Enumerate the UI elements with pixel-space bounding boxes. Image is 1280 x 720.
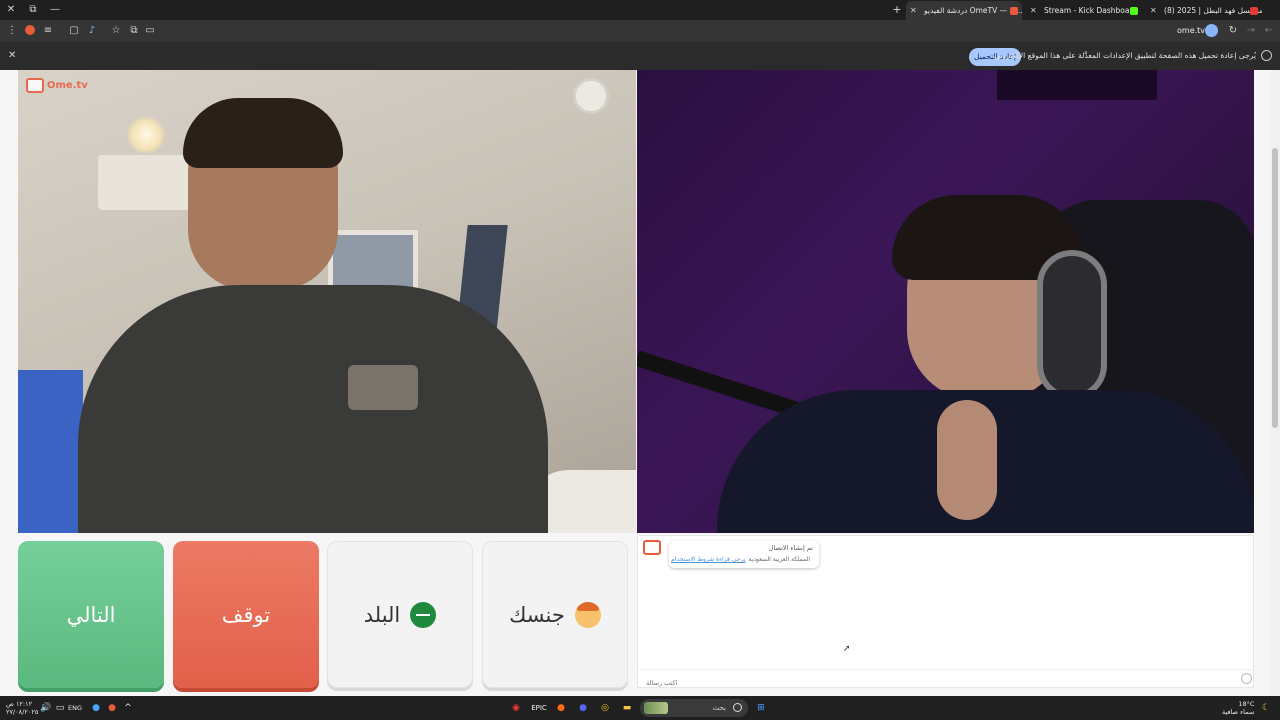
tab-strip: ✕ ⧉ — + ✕ دردشة الفيديو OmeTV — يد... ✕ …: [0, 0, 1280, 20]
weather-moon-icon: ☾: [1261, 703, 1271, 713]
restore-window-button[interactable]: ⧉: [22, 0, 44, 20]
saudi-flag-icon: [410, 601, 437, 628]
close-icon[interactable]: ✕: [910, 1, 917, 20]
terms-link[interactable]: يرجى قراءة شروط الاستخدام: [671, 554, 745, 565]
address-bar[interactable]: ome.tv: [1177, 23, 1205, 39]
close-icon[interactable]: ✕: [1150, 1, 1157, 20]
shirt-print: [348, 365, 418, 410]
chat-country-text: المملكة العربية السعودية: [748, 556, 810, 563]
ceiling-light: [126, 115, 166, 155]
search-highlight-image: [644, 702, 668, 714]
bookmark-star-icon[interactable]: ☆: [108, 23, 124, 39]
country-button[interactable]: البلد: [327, 541, 473, 688]
file-explorer-icon[interactable]: ▬: [619, 700, 635, 716]
infobar-message: يُرجى إعادة تحميل هذه الصفحة لتطبيق الإع…: [991, 51, 1256, 60]
mouse-cursor-icon: ➚: [843, 644, 851, 654]
ometv-chat-logo-icon: [643, 540, 661, 555]
next-label: التالي: [66, 602, 116, 627]
minimize-window-button[interactable]: —: [44, 0, 66, 20]
settings-icon: [1261, 50, 1272, 61]
stop-label: توقف: [221, 602, 271, 627]
kick-favicon-icon: [1130, 7, 1138, 15]
obs-icon[interactable]: ◉: [508, 700, 524, 716]
weather-desc: سماء صافية: [1222, 708, 1255, 716]
site-info-icon[interactable]: [1205, 24, 1218, 37]
tab-ometv[interactable]: ✕ دردشة الفيديو OmeTV — يد...: [906, 1, 1022, 20]
chat-country-row: المملكة العربية السعودية يرجى قراءة شروط…: [671, 554, 813, 565]
app-tray-icon[interactable]: ●: [104, 700, 120, 716]
browser-toolbar: ⋮ ≡ ▢ ♪ ☆ ⧉ ▭ ome.tv ↻ → ←: [0, 20, 1280, 42]
taskbar-search[interactable]: بحث: [640, 699, 748, 717]
youtube-favicon-icon: [1250, 7, 1258, 15]
streamer-hand: [937, 400, 997, 520]
blue-screen: [18, 370, 83, 533]
new-tab-button[interactable]: +: [890, 0, 904, 20]
stop-button[interactable]: توقف: [173, 541, 319, 688]
tab-title: Stream - Kick Dashboard: [1044, 6, 1138, 15]
stranger-hair: [183, 98, 343, 168]
extensions-icon[interactable]: ▢: [66, 23, 82, 39]
boy-emoji-icon: [574, 601, 601, 628]
windows-taskbar: ١٢:١٢ ص ٢٧/٠٨/٢٠٢٥ 🔊 ▭ ENG ● ● ^ ◉ EPIC …: [0, 696, 1280, 720]
close-icon[interactable]: ✕: [8, 42, 16, 70]
ometv-logo-text: Ome.tv: [47, 79, 88, 91]
emoji-icon[interactable]: [1241, 673, 1252, 684]
gender-label: جنسك: [509, 602, 565, 627]
tab-kick-dashboard[interactable]: ✕ Stream - Kick Dashboard: [1026, 1, 1142, 20]
scrollbar[interactable]: [1270, 70, 1280, 696]
profile-icon[interactable]: [22, 23, 38, 39]
close-icon[interactable]: ✕: [1030, 1, 1037, 20]
tab-title: دردشة الفيديو OmeTV — يد...: [924, 6, 1022, 15]
gender-button[interactable]: جنسك: [482, 541, 628, 688]
chat-input-bar: [638, 669, 1253, 692]
forward-icon[interactable]: →: [1243, 23, 1259, 39]
search-icon: [733, 703, 742, 712]
self-video: [637, 70, 1254, 533]
firefox-icon[interactable]: ●: [553, 700, 569, 716]
weather-widget[interactable]: 18°C سماء صافية: [1222, 700, 1254, 716]
chat-message-input[interactable]: [638, 674, 1253, 692]
connection-message: تم إنشاء الاتصال: [768, 544, 813, 552]
ometv-favicon-icon: [1010, 7, 1018, 15]
taskbar-clock[interactable]: ١٢:١٢ ص ٢٧/٠٨/٢٠٢٥: [6, 700, 38, 716]
show-hidden-icons-chevron-icon[interactable]: ^: [120, 700, 136, 716]
epic-games-icon[interactable]: EPIC: [531, 700, 547, 716]
network-icon[interactable]: ▭: [52, 700, 68, 716]
close-window-button[interactable]: ✕: [0, 0, 22, 20]
air-conditioner: [98, 155, 193, 210]
windows-start-icon[interactable]: ⊞: [753, 700, 769, 716]
reload-infobar: ✕ إعادة التحميل يُرجى إعادة تحميل هذه ال…: [0, 42, 1280, 70]
share-icon[interactable]: ⧉: [126, 23, 142, 39]
menu-icon[interactable]: ⋮: [4, 23, 20, 39]
weather-temp: 18°C: [1238, 700, 1255, 708]
ometv-logo: Ome.tv: [26, 76, 88, 94]
taskbar-search-placeholder: بحث: [712, 704, 726, 712]
microphone-icon[interactable]: ●: [88, 700, 104, 716]
language-indicator[interactable]: ENG: [68, 704, 82, 712]
reload-icon[interactable]: ↻: [1225, 23, 1241, 39]
cast-icon[interactable]: ▭: [142, 23, 158, 39]
ceiling-vent: [573, 78, 609, 114]
country-label: البلد: [363, 602, 401, 627]
chrome-icon[interactable]: ◎: [597, 700, 613, 716]
discord-icon[interactable]: ●: [575, 700, 591, 716]
tab-search-icon[interactable]: ≡: [40, 23, 56, 39]
tab-title: رح مسلسل فهد البطل | 2025 (8): [1164, 6, 1262, 15]
headphones: [1037, 250, 1107, 400]
shelf: [997, 70, 1157, 100]
back-icon[interactable]: ←: [1261, 23, 1277, 39]
chat-system-message: تم إنشاء الاتصال المملكة العربية السعودي…: [669, 541, 819, 568]
scrollbar-thumb[interactable]: [1272, 148, 1278, 428]
next-button[interactable]: التالي: [18, 541, 164, 688]
tab-youtube[interactable]: ✕ رح مسلسل فهد البطل | 2025 (8): [1146, 1, 1262, 20]
stranger-video: Ome.tv: [18, 70, 636, 533]
clock-time: ١٢:١٢ ص: [6, 700, 33, 708]
stranger-shirt: [78, 285, 548, 533]
sound-icon[interactable]: ♪: [84, 23, 100, 39]
clock-date: ٢٧/٠٨/٢٠٢٥: [6, 708, 39, 716]
ometv-logo-icon: [26, 77, 44, 93]
chat-panel: تم إنشاء الاتصال المملكة العربية السعودي…: [637, 535, 1254, 692]
